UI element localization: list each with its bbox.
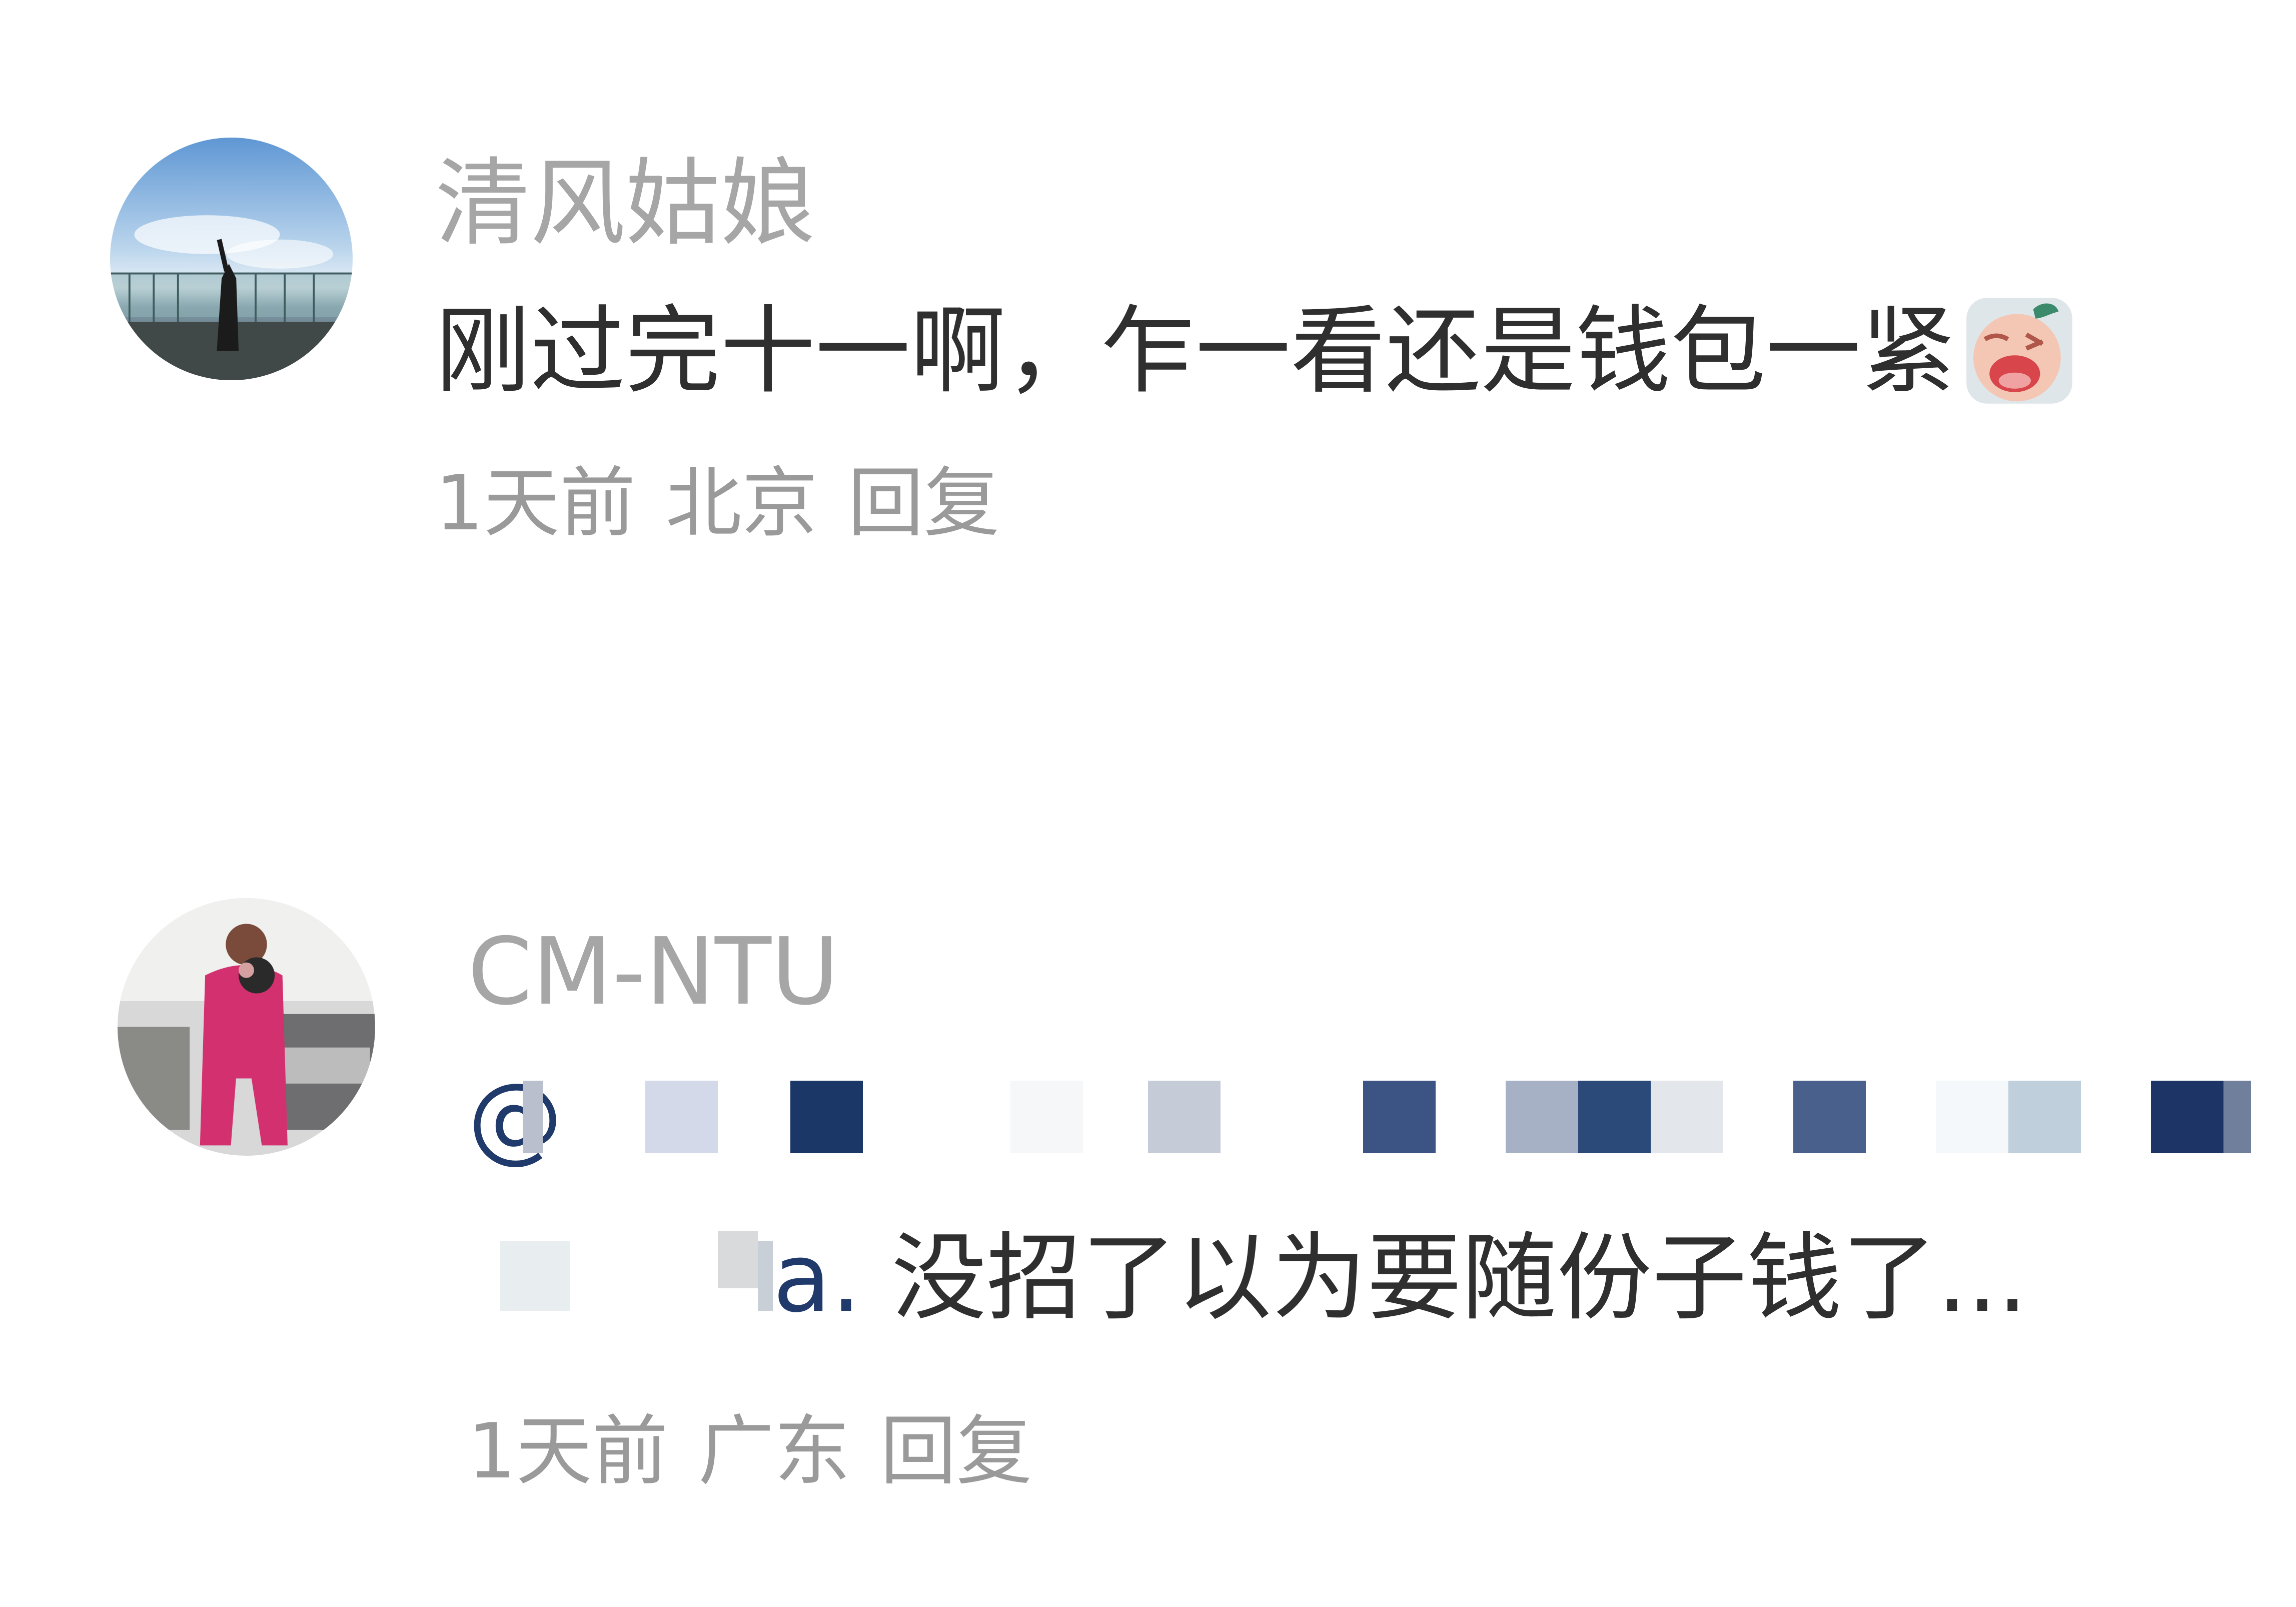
comment-text-content: 没招了以为要随份子钱了... [891,1223,2028,1333]
redacted-block [1506,1081,1578,1153]
comment-text: 刚过完十一啊，乍一看还是钱包一紧 [435,298,2077,415]
reply-button[interactable]: 回复 [880,1407,1032,1495]
redacted-block [1578,1081,1651,1153]
redacted-block [2223,1081,2251,1153]
reply-button[interactable]: 回复 [848,459,1000,547]
comment-meta: 1天前 北京 回复 [435,465,1030,541]
username[interactable]: 清风姑娘 [435,156,815,251]
comment-location: 北京 [665,459,818,547]
crying-face-emoji-icon [1962,293,2077,408]
redacted-block [790,1081,863,1153]
mention-at-sign: @ [468,1063,563,1173]
redacted-block [645,1081,718,1153]
redacted-block [718,1231,758,1288]
username[interactable]: CM-NTU [468,926,839,1018]
comment-time: 1天前 [468,1407,668,1495]
redacted-block [2008,1081,2081,1153]
redacted-block [523,1081,543,1153]
mention-tail[interactable]: a. [773,1223,861,1333]
redacted-block [1148,1081,1221,1153]
comment-text-content: 刚过完十一啊，乍一看还是钱包一紧 [435,296,1956,407]
redacted-block [1363,1081,1436,1153]
redacted-block [1936,1081,2008,1153]
redacted-block [1651,1081,1723,1153]
redacted-block [1793,1081,1866,1153]
redacted-block [2151,1081,2223,1153]
comment-time: 1天前 [435,459,636,547]
redacted-block [1010,1081,1083,1153]
avatar[interactable] [118,898,375,1156]
mention-link[interactable]: @ [468,1071,2268,1171]
comment-text-line: a. 没招了以为要随份子钱了... [773,1231,2027,1326]
comment-meta: 1天前 广东 回复 [468,1413,1062,1489]
redacted-block [758,1241,773,1311]
comment-location: 广东 [698,1407,850,1495]
avatar[interactable] [110,138,353,380]
comment-text: a. 没招了以为要随份子钱了... [468,1231,2168,1331]
redacted-block [500,1241,570,1311]
